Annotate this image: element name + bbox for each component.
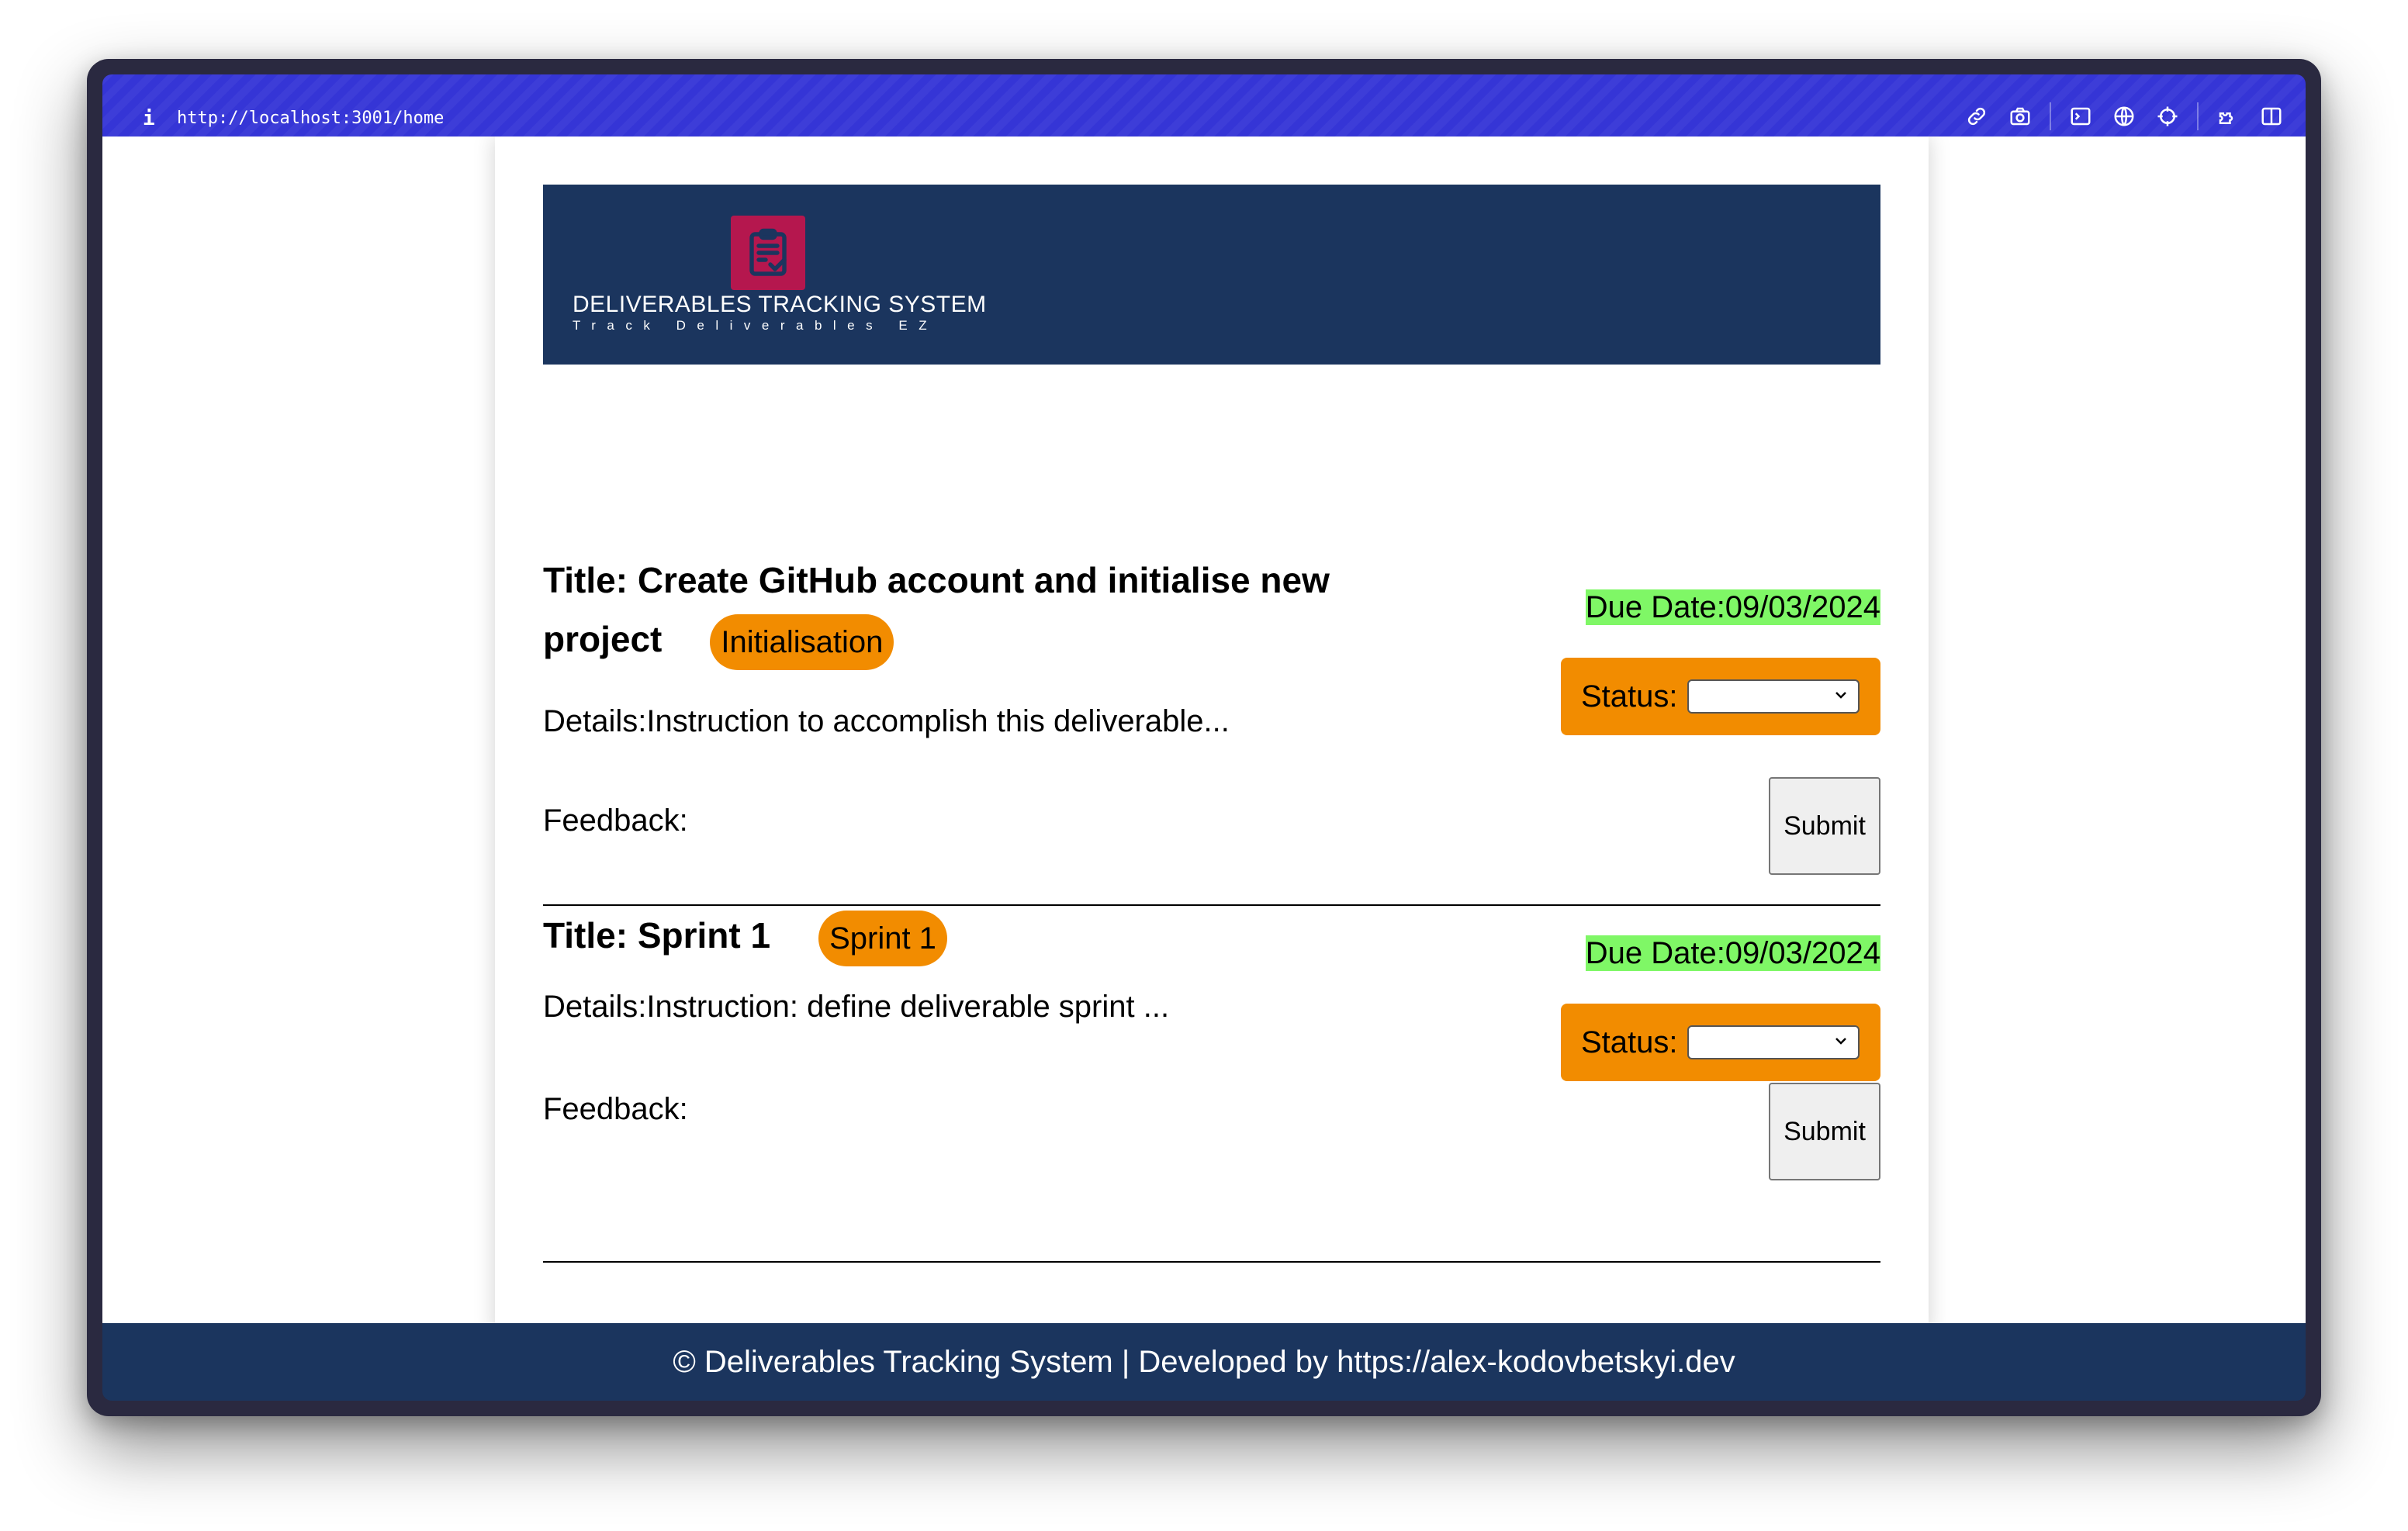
- extension-icon[interactable]: [2214, 102, 2242, 130]
- status-label: Status:: [1581, 679, 1678, 714]
- browser-window: i http://localhost:3001/home DELIVERABLE…: [87, 59, 2321, 1416]
- status-select[interactable]: [1687, 1025, 1860, 1059]
- status-control: Status:: [1561, 1004, 1880, 1081]
- due-date: Due Date:09/03/2024: [1585, 589, 1880, 625]
- sidebar-icon[interactable]: [2258, 102, 2285, 130]
- toolbar-separator: [2050, 102, 2051, 130]
- due-date: Due Date:09/03/2024: [1585, 935, 1880, 971]
- deliverable-title-text: Title: Sprint 1: [543, 915, 771, 956]
- chevron-down-icon: [1835, 1038, 1846, 1045]
- address-bar[interactable]: http://localhost:3001/home: [177, 109, 444, 128]
- status-select[interactable]: [1687, 679, 1860, 714]
- submit-button[interactable]: Submit: [1769, 1083, 1880, 1180]
- feedback-label: Feedback:: [543, 804, 688, 838]
- deliverable-details: Details:Instruction to accomplish this d…: [543, 704, 1230, 738]
- deliverable-title: Title: Sprint 1 Sprint 1: [543, 906, 1389, 966]
- deliverable-title-text: Title: Create GitHub account and initial…: [543, 560, 1330, 659]
- brand-subtitle: Track Deliverables EZ: [573, 318, 939, 333]
- divider: [543, 1261, 1880, 1263]
- phase-tag: Initialisation: [710, 613, 894, 670]
- brand-title: DELIVERABLES TRACKING SYSTEM: [573, 292, 987, 317]
- toolbar-icons: [1947, 102, 2285, 130]
- page-footer: © Deliverables Tracking System | Develop…: [102, 1323, 2306, 1401]
- deliverable-details: Details:Instruction: define deliverable …: [543, 990, 1170, 1024]
- status-label: Status:: [1581, 1025, 1678, 1059]
- footer-text: © Deliverables Tracking System | Develop…: [673, 1344, 1735, 1379]
- main-card: DELIVERABLES TRACKING SYSTEM Track Deliv…: [495, 137, 1929, 1336]
- chevron-down-icon: [1835, 692, 1846, 699]
- clipboard-check-icon: [731, 216, 805, 290]
- feedback-label: Feedback:: [543, 1092, 688, 1126]
- camera-icon[interactable]: [2006, 102, 2034, 130]
- submit-button[interactable]: Submit: [1769, 777, 1880, 875]
- deliverable-title: Title: Create GitHub account and initial…: [543, 551, 1389, 670]
- deliverable-item: Title: Sprint 1 Sprint 1 Details:Instruct…: [543, 910, 1880, 1266]
- globe-icon[interactable]: [2110, 102, 2138, 130]
- info-icon[interactable]: i: [143, 107, 155, 130]
- terminal-icon[interactable]: [2067, 102, 2095, 130]
- phase-tag: Sprint 1: [818, 910, 947, 966]
- status-control: Status:: [1561, 658, 1880, 735]
- link-icon[interactable]: [1963, 102, 1991, 130]
- toolbar-separator: [2197, 102, 2199, 130]
- header-banner: DELIVERABLES TRACKING SYSTEM Track Deliv…: [543, 185, 1880, 365]
- page-viewport: DELIVERABLES TRACKING SYSTEM Track Deliv…: [102, 137, 2306, 1336]
- crosshair-icon[interactable]: [2154, 102, 2181, 130]
- deliverable-item: Title: Create GitHub account and initial…: [543, 555, 1880, 906]
